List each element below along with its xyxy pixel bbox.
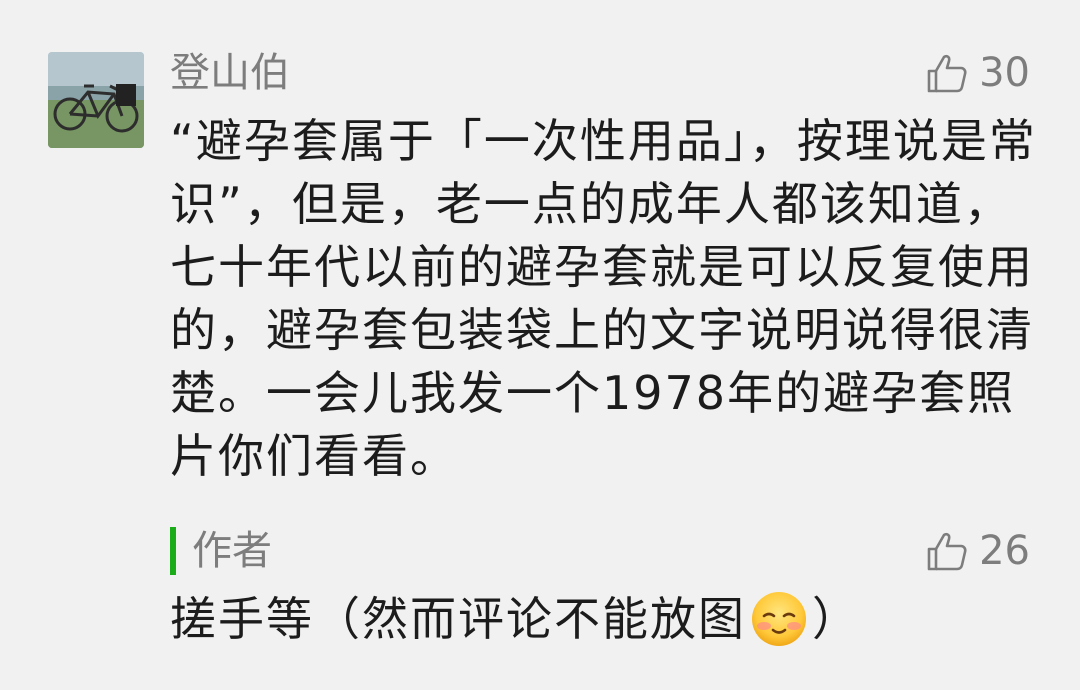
reply-text: 搓手等（然而评论不能放图 ） [170,586,860,652]
reply-text-closing: ） [812,592,860,646]
reply-like-count: 26 [979,528,1030,574]
blushing-smile-emoji-icon [750,590,808,648]
reply-text-main: 搓手等（然而评论不能放图 [170,592,746,646]
comment-like-count: 30 [979,50,1030,96]
thumbs-up-icon [925,529,969,573]
bicycle-icon [48,52,144,148]
comment-text: “避孕套属于「一次性用品」，按理说是常识”，但是，老一点的成年人都该知道，七十年… [170,114,1037,483]
comment-like-button[interactable]: 30 [925,46,1030,100]
thumbs-up-icon [925,51,969,95]
reply-accent-bar [170,527,176,575]
comment-username[interactable]: 登山伯 [170,46,290,100]
reply-author-label: 作者 [192,528,272,574]
author-reply-header: 作者 [170,526,272,576]
avatar[interactable] [48,52,144,148]
reply-like-button[interactable]: 26 [925,524,1030,578]
